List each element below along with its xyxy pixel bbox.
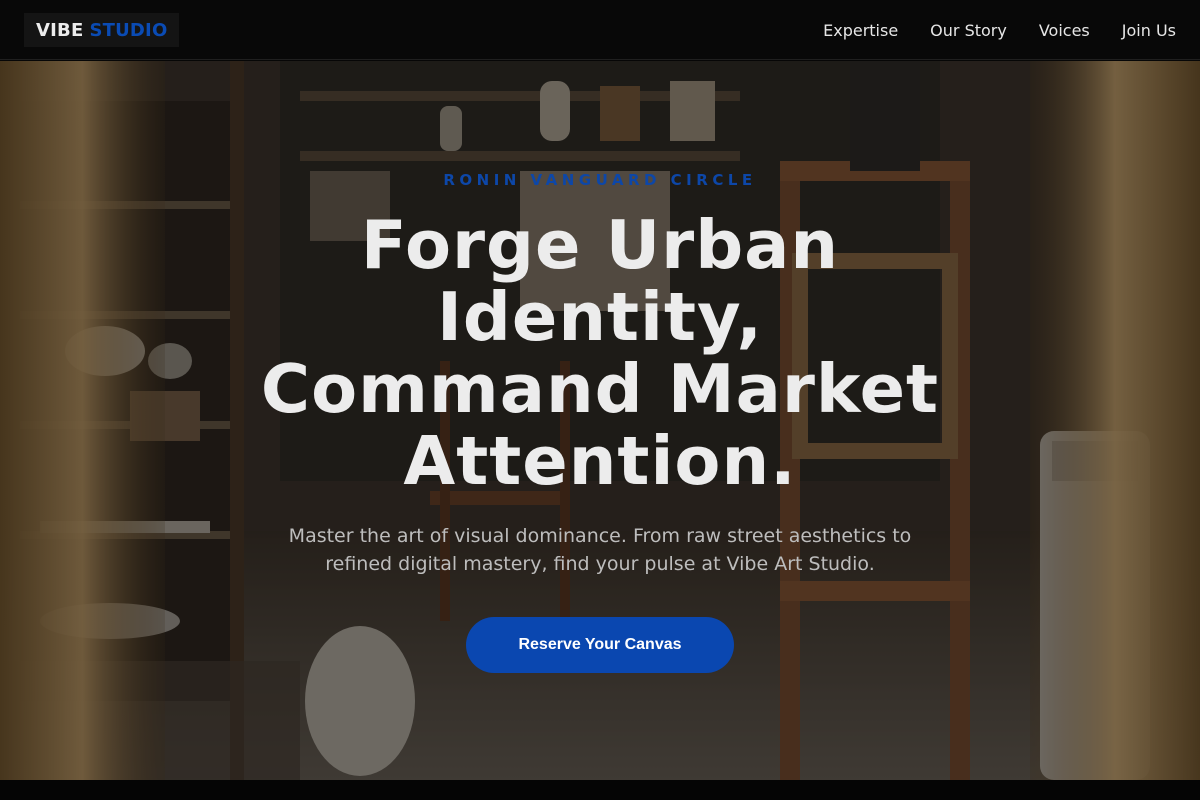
brand-name-primary: VIBE [36,19,84,41]
hero-section: RONIN VANGUARD CIRCLE Forge Urban Identi… [0,61,1200,780]
hero-eyebrow: RONIN VANGUARD CIRCLE [443,171,757,189]
nav-link-voices[interactable]: Voices [1039,21,1090,40]
nav-link-expertise[interactable]: Expertise [823,21,898,40]
brand-logo[interactable]: VIBE STUDIO [24,13,180,47]
brand-name-accent: STUDIO [89,19,168,41]
hero-headline: Forge Urban Identity, Command Market Att… [260,206,940,500]
page-bottom-strip [0,780,1200,800]
reserve-canvas-button[interactable]: Reserve Your Canvas [466,617,734,673]
top-navbar: VIBE STUDIO Expertise Our Story Voices J… [0,0,1200,60]
main-nav: Expertise Our Story Voices Join Us [791,0,1176,60]
hero-subtitle: Master the art of visual dominance. From… [288,525,912,575]
nav-link-our-story[interactable]: Our Story [930,21,1007,40]
nav-link-join-us[interactable]: Join Us [1122,21,1176,40]
